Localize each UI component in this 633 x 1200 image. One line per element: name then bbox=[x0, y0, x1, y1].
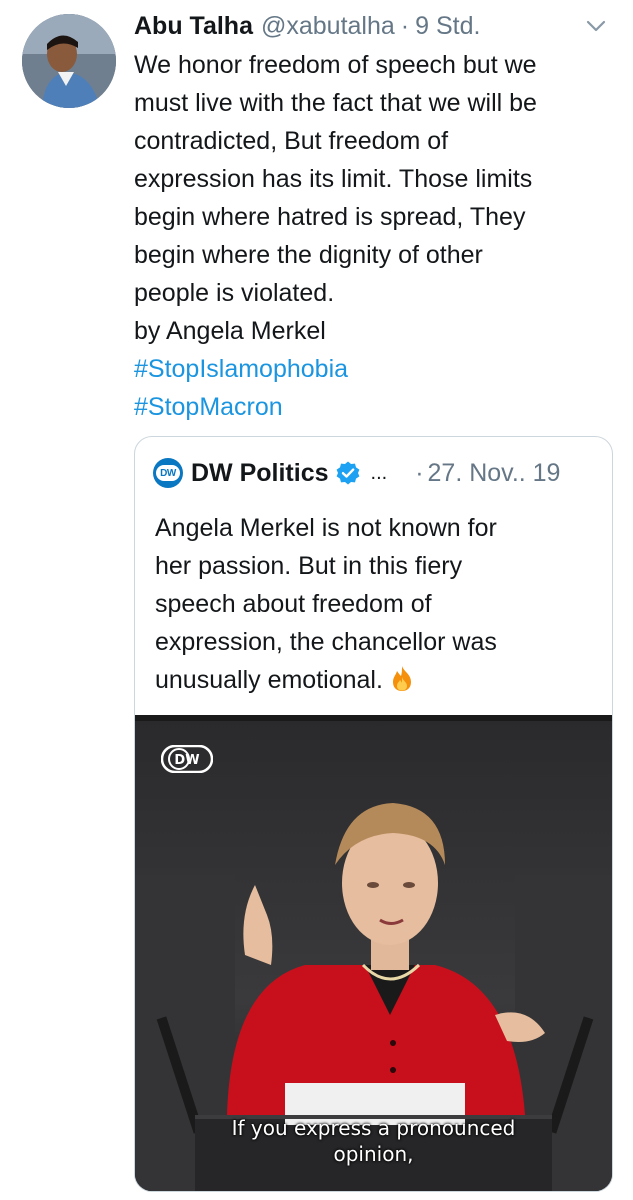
tweet-text-line: by Angela Merkel bbox=[134, 317, 326, 345]
quoted-text-line: her passion. But in this fiery bbox=[155, 552, 463, 580]
avatar-photo bbox=[22, 14, 116, 108]
quoted-text-line: expression, the chancellor was bbox=[155, 628, 497, 656]
subtitle-line: If you express a pronounced bbox=[231, 1116, 516, 1140]
tweet-text-line: begin where the dignity of other bbox=[134, 241, 483, 269]
tweet-text-line: must live with the fact that we will be bbox=[134, 89, 537, 117]
quoted-author-ellipsis: ... bbox=[370, 461, 388, 484]
author-name[interactable]: Abu Talha bbox=[134, 8, 253, 44]
header-separator: · bbox=[400, 12, 410, 40]
tweet-body: We honor freedom of speech but we must l… bbox=[134, 46, 614, 426]
hashtag-link[interactable]: #StopIslamophobia bbox=[134, 350, 614, 388]
quoted-text-line: unusually emotional. bbox=[155, 661, 595, 699]
subtitle-line: opinion, bbox=[333, 1142, 414, 1166]
tweet-text-line: people is violated. bbox=[134, 279, 335, 307]
tweet-text-line: contradicted, But freedom of bbox=[134, 127, 449, 155]
tweet: Abu Talha @xabutalha · 9 Std. We honor f… bbox=[0, 0, 633, 1200]
hashtag-link[interactable]: #StopMacron bbox=[134, 388, 614, 426]
quoted-tweet[interactable]: DW DW Politics ... · 27. Nov.. 19 Angela… bbox=[134, 436, 613, 1192]
quoted-text-line: speech about freedom of bbox=[155, 590, 432, 618]
quoted-text-line: Angela Merkel is not known for bbox=[155, 514, 497, 542]
chevron-down-icon[interactable] bbox=[582, 16, 610, 36]
video-subtitle: If you express a pronounced opinion, bbox=[135, 1115, 612, 1167]
dw-logo-text: DW bbox=[156, 465, 180, 481]
verified-badge-icon bbox=[335, 460, 361, 486]
tweet-header: Abu Talha @xabutalha · 9 Std. bbox=[134, 8, 480, 44]
quoted-header-separator: · bbox=[415, 458, 424, 487]
quoted-tweet-timestamp: 27. Nov.. 19 bbox=[427, 458, 561, 487]
quoted-text-last: unusually emotional. bbox=[155, 666, 383, 694]
video-player[interactable]: DW If you express a pronounced opinion, bbox=[135, 715, 612, 1191]
quoted-tweet-body: Angela Merkel is not known for her passi… bbox=[155, 509, 595, 699]
tweet-text-line: expression has its limit. Those limits bbox=[134, 165, 533, 193]
tweet-text-line: We honor freedom of speech but we bbox=[134, 51, 537, 79]
quoted-author-name[interactable]: DW Politics bbox=[191, 459, 329, 488]
author-avatar[interactable] bbox=[22, 14, 116, 108]
tweet-text-line: begin where hatred is spread, They bbox=[134, 203, 526, 231]
tweet-timestamp[interactable]: 9 Std. bbox=[415, 8, 480, 44]
dw-logo-icon: DW bbox=[160, 744, 214, 774]
svg-text:DW: DW bbox=[174, 753, 199, 768]
quoted-tweet-header: DW DW Politics ... · 27. Nov.. 19 bbox=[153, 455, 560, 491]
quoted-author-avatar[interactable]: DW bbox=[153, 458, 183, 488]
fire-icon bbox=[387, 664, 417, 692]
author-handle[interactable]: @xabutalha bbox=[261, 8, 395, 44]
